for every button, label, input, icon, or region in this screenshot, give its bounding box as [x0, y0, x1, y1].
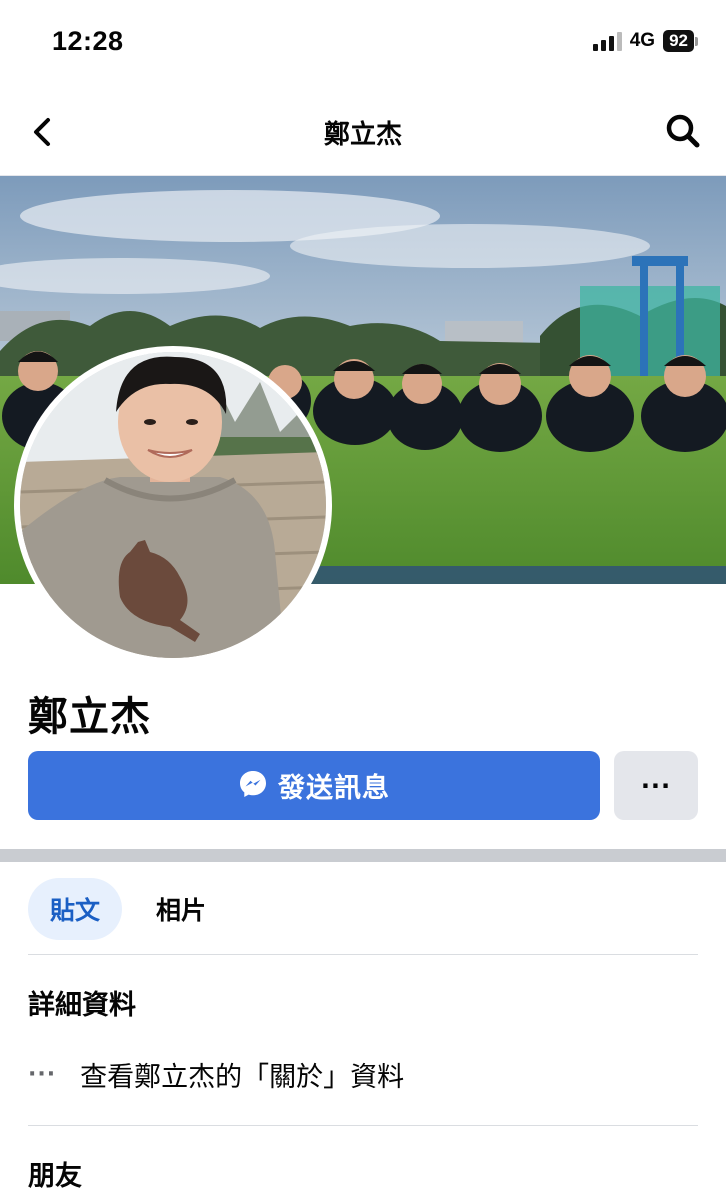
search-icon[interactable] — [662, 110, 704, 152]
friends-heading: 朋友 — [28, 1161, 82, 1192]
more-options-button[interactable]: ··· — [614, 751, 698, 820]
profile-tabs: 貼文 相片 — [28, 878, 228, 940]
more-dots-icon: ··· — [640, 771, 672, 800]
messenger-icon — [238, 769, 268, 803]
battery-level: 92 — [663, 30, 694, 52]
divider — [28, 954, 698, 955]
page-title: 鄭立杰 — [323, 120, 402, 150]
nav-bar: 鄭立杰 — [0, 88, 726, 176]
section-divider — [0, 849, 726, 862]
signal-icon — [592, 31, 622, 51]
status-time: 12:28 — [52, 26, 124, 56]
more-dots-icon: ··· — [28, 1062, 57, 1087]
divider — [28, 1125, 698, 1126]
about-link-label: 查看鄭立杰的「關於」資料 — [80, 1062, 405, 1093]
tab-posts[interactable]: 貼文 — [28, 878, 123, 940]
details-heading: 詳細資料 — [28, 990, 136, 1021]
battery-icon: 92 — [663, 30, 698, 52]
send-message-button[interactable]: 發送訊息 — [28, 751, 600, 820]
status-bar: 12:28 4G 92 — [0, 0, 726, 88]
send-message-label: 發送訊息 — [278, 773, 390, 804]
status-indicators: 4G 92 — [592, 30, 698, 52]
tab-photos[interactable]: 相片 — [134, 878, 228, 940]
network-type: 4G — [629, 30, 656, 51]
profile-picture — [20, 352, 326, 658]
avatar[interactable] — [14, 346, 332, 664]
profile-name: 鄭立杰 — [28, 694, 151, 740]
about-link[interactable]: ··· 查看鄭立杰的「關於」資料 — [28, 1055, 404, 1094]
